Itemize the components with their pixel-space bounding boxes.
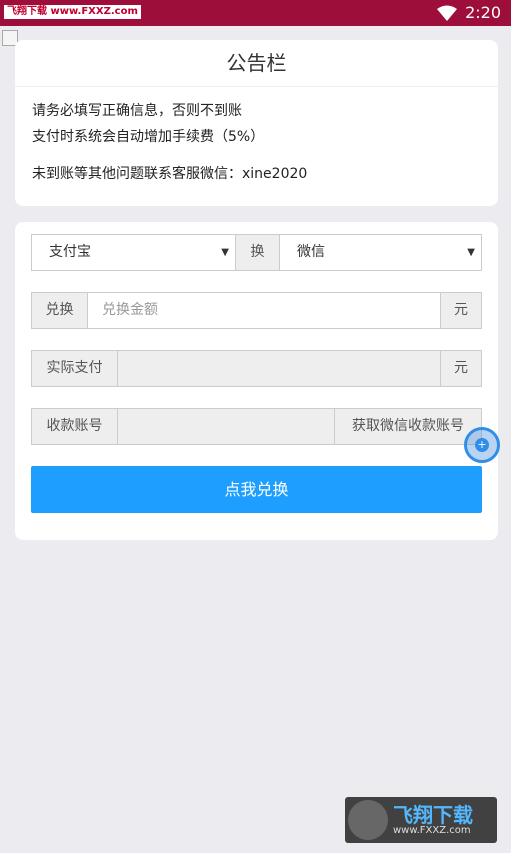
account-field (118, 408, 334, 445)
unit-label: 元 (440, 292, 482, 329)
notice-card: 公告栏 请务必填写正确信息，否则不到账 支付时系统会自动增加手续费（5%） 未到… (15, 40, 498, 206)
notice-title: 公告栏 (15, 40, 498, 87)
caret-down-icon: ▼ (467, 247, 475, 258)
clock: 2:20 (465, 3, 501, 22)
caret-down-icon: ▼ (221, 247, 229, 258)
unit-label: 元 (440, 350, 482, 387)
exchange-form: 支付宝 ▼ 换 微信 ▼ 兑换 兑换金额 元 实际支付 元 收款账号 获取微信收… (15, 222, 498, 540)
site-tag: 飞翔下载 www.FXXZ.com (4, 5, 141, 19)
to-method-value: 微信 (297, 244, 325, 260)
account-row: 收款账号 获取微信收款账号 (31, 408, 482, 445)
from-method-value: 支付宝 (49, 244, 91, 260)
to-method-select[interactable]: 微信 ▼ (279, 234, 482, 271)
actual-pay-row: 实际支付 元 (31, 350, 482, 387)
actual-pay-field (118, 350, 440, 387)
exchange-label: 兑换 (31, 292, 88, 329)
floating-assist-button[interactable]: + (464, 427, 500, 463)
watermark: 飞翔下载 www.FXXZ.com (345, 797, 497, 843)
notice-line: 请务必填写正确信息，否则不到账 (32, 103, 242, 119)
from-method-select[interactable]: 支付宝 ▼ (31, 234, 236, 271)
swap-label: 换 (236, 234, 279, 271)
account-label: 收款账号 (31, 408, 118, 445)
wifi-icon (437, 5, 458, 21)
plus-icon: + (475, 438, 489, 452)
watermark-url: www.FXXZ.com (393, 825, 471, 836)
exchange-amount-input[interactable]: 兑换金额 (88, 292, 440, 329)
notice-line: 支付时系统会自动增加手续费（5%） (32, 129, 265, 145)
brand-logo-icon (348, 800, 388, 840)
watermark-brand: 飞翔下载 (393, 803, 473, 827)
exchange-row: 兑换 兑换金额 元 (31, 292, 482, 329)
status-bar: 飞翔下载 www.FXXZ.com 2:20 (0, 0, 511, 26)
actual-pay-label: 实际支付 (31, 350, 118, 387)
submit-button[interactable]: 点我兑换 (31, 466, 482, 513)
notice-line: 未到账等其他问题联系客服微信：xine2020 (32, 166, 308, 182)
method-row: 支付宝 ▼ 换 微信 ▼ (31, 234, 482, 271)
get-account-button[interactable]: 获取微信收款账号 (334, 408, 482, 445)
